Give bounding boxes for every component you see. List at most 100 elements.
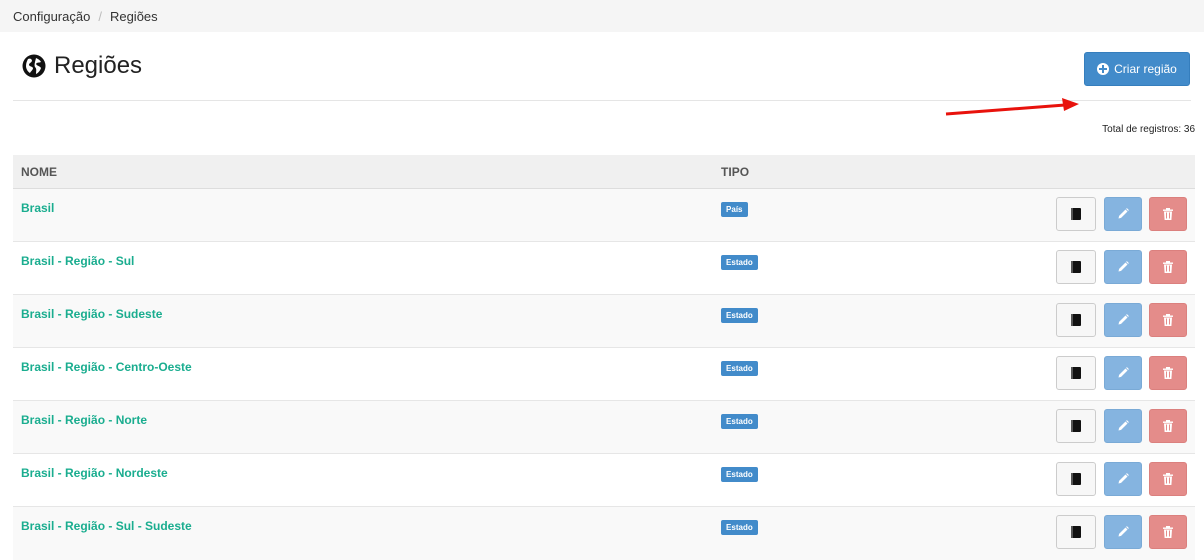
create-region-label: Criar região	[1114, 62, 1177, 76]
delete-button[interactable]	[1149, 197, 1187, 231]
actions-cell	[1045, 241, 1195, 295]
name-cell: Brasil - Região - Sudeste	[13, 294, 714, 348]
breadcrumb-item-configuracao[interactable]: Configuração	[13, 9, 90, 24]
region-name-link[interactable]: Brasil - Região - Centro-Oeste	[21, 360, 192, 374]
column-header-type[interactable]: TIPO	[713, 155, 1046, 189]
total-records: Total de registros: 36	[1102, 124, 1195, 135]
book-icon	[1071, 420, 1082, 432]
delete-button[interactable]	[1149, 515, 1187, 549]
trash-icon	[1163, 208, 1173, 220]
type-badge: Estado	[721, 414, 758, 429]
type-cell: Estado	[713, 294, 1046, 348]
trash-icon	[1163, 473, 1173, 485]
red-arrow-annotation	[945, 98, 1079, 116]
pencil-icon	[1118, 208, 1129, 219]
region-name-link[interactable]: Brasil - Região - Nordeste	[21, 466, 168, 480]
column-header-actions	[1045, 155, 1195, 189]
table-row: Brasil - Região - Norte Estado	[13, 400, 1195, 454]
delete-button[interactable]	[1149, 303, 1187, 337]
table-row: Brasil - Região - Sudeste Estado	[13, 294, 1195, 348]
table-row: Brasil - Região - Sul Estado	[13, 241, 1195, 295]
edit-button[interactable]	[1103, 356, 1142, 390]
delete-button[interactable]	[1149, 462, 1187, 496]
book-icon	[1071, 526, 1082, 538]
type-cell: País	[713, 188, 1046, 242]
region-name-link[interactable]: Brasil - Região - Sul - Sudeste	[21, 519, 192, 533]
view-button[interactable]	[1056, 303, 1097, 337]
type-cell: Estado	[713, 453, 1046, 507]
actions-cell	[1045, 347, 1195, 401]
book-icon	[1071, 261, 1082, 273]
edit-button[interactable]	[1103, 462, 1142, 496]
book-icon	[1071, 473, 1082, 485]
region-name-link[interactable]: Brasil	[21, 201, 54, 215]
region-name-link[interactable]: Brasil - Região - Sudeste	[21, 307, 162, 321]
actions-cell	[1045, 188, 1195, 242]
trash-icon	[1163, 261, 1173, 273]
pencil-icon	[1118, 367, 1129, 378]
edit-button[interactable]	[1103, 409, 1142, 443]
trash-icon	[1163, 314, 1173, 326]
table-row: Brasil País	[13, 188, 1195, 242]
pencil-icon	[1118, 526, 1129, 537]
edit-button[interactable]	[1103, 197, 1142, 231]
name-cell: Brasil	[13, 188, 714, 242]
page-title: Regiões	[22, 52, 142, 80]
type-badge: País	[721, 202, 748, 217]
type-cell: Estado	[713, 400, 1046, 454]
type-badge: Estado	[721, 467, 758, 482]
table-row: Brasil - Região - Nordeste Estado	[13, 453, 1195, 507]
edit-button[interactable]	[1103, 250, 1142, 284]
delete-button[interactable]	[1149, 409, 1187, 443]
type-cell: Estado	[713, 506, 1046, 560]
book-icon	[1071, 208, 1082, 220]
type-badge: Estado	[721, 255, 758, 270]
type-badge: Estado	[721, 361, 758, 376]
edit-button[interactable]	[1103, 303, 1142, 337]
book-icon	[1071, 367, 1082, 379]
regions-table: NOME TIPO Brasil País Brasil - Região - …	[13, 155, 1195, 560]
type-cell: Estado	[713, 241, 1046, 295]
name-cell: Brasil - Região - Nordeste	[13, 453, 714, 507]
trash-icon	[1163, 526, 1173, 538]
create-region-button[interactable]: Criar região	[1084, 52, 1190, 86]
table-header-row: NOME TIPO	[13, 155, 1195, 189]
trash-icon	[1163, 420, 1173, 432]
breadcrumb: Configuração / Regiões	[0, 0, 1204, 32]
name-cell: Brasil - Região - Sul - Sudeste	[13, 506, 714, 560]
region-name-link[interactable]: Brasil - Região - Norte	[21, 413, 147, 427]
book-icon	[1071, 314, 1082, 326]
delete-button[interactable]	[1149, 250, 1187, 284]
name-cell: Brasil - Região - Norte	[13, 400, 714, 454]
globe-icon	[22, 54, 46, 78]
actions-cell	[1045, 400, 1195, 454]
view-button[interactable]	[1056, 197, 1097, 231]
view-button[interactable]	[1056, 462, 1097, 496]
column-header-name[interactable]: NOME	[13, 155, 714, 189]
actions-cell	[1045, 294, 1195, 348]
actions-cell	[1045, 506, 1195, 560]
pencil-icon	[1118, 261, 1129, 272]
table-row: Brasil - Região - Sul - Sudeste Estado	[13, 506, 1195, 560]
pencil-icon	[1118, 473, 1129, 484]
delete-button[interactable]	[1149, 356, 1187, 390]
view-button[interactable]	[1056, 515, 1097, 549]
pencil-icon	[1118, 314, 1129, 325]
region-name-link[interactable]: Brasil - Região - Sul	[21, 254, 134, 268]
breadcrumb-separator: /	[98, 8, 102, 24]
view-button[interactable]	[1056, 356, 1097, 390]
view-button[interactable]	[1056, 250, 1097, 284]
edit-button[interactable]	[1103, 515, 1142, 549]
trash-icon	[1163, 367, 1173, 379]
type-badge: Estado	[721, 308, 758, 323]
type-cell: Estado	[713, 347, 1046, 401]
page-header: Regiões Criar região	[13, 32, 1191, 116]
name-cell: Brasil - Região - Sul	[13, 241, 714, 295]
name-cell: Brasil - Região - Centro-Oeste	[13, 347, 714, 401]
view-button[interactable]	[1056, 409, 1097, 443]
breadcrumb-item-regioes: Regiões	[109, 8, 158, 24]
actions-cell	[1045, 453, 1195, 507]
type-badge: Estado	[721, 520, 758, 535]
page-title-text: Regiões	[54, 52, 143, 79]
table-row: Brasil - Região - Centro-Oeste Estado	[13, 347, 1195, 401]
